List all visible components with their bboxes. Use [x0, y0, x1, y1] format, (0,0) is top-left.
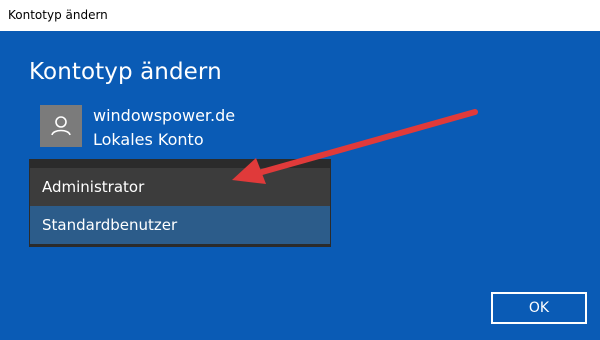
- window-title: Kontotyp ändern: [8, 8, 108, 22]
- title-bar: Kontotyp ändern: [0, 0, 600, 31]
- dialog-content: Kontotyp ändern windowspower.de Lokales …: [0, 31, 600, 340]
- avatar: [40, 105, 82, 147]
- option-administrator[interactable]: Administrator: [30, 168, 330, 206]
- page-title: Kontotyp ändern: [29, 59, 222, 85]
- account-type: Lokales Konto: [93, 130, 204, 149]
- account-name: windowspower.de: [93, 106, 236, 125]
- user-icon: [51, 116, 71, 136]
- option-standardbenutzer[interactable]: Standardbenutzer: [30, 206, 330, 244]
- ok-button[interactable]: OK: [491, 292, 587, 324]
- account-type-dropdown[interactable]: Administrator Standardbenutzer: [29, 159, 331, 247]
